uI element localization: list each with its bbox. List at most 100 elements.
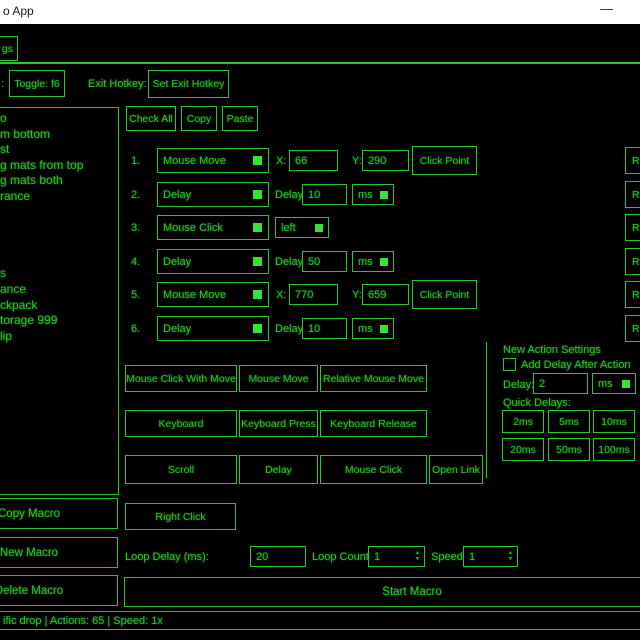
spin-down-icon[interactable]: ▼ bbox=[508, 557, 513, 562]
paste-label: Paste bbox=[227, 113, 254, 125]
remove-action-button[interactable]: R bbox=[625, 214, 640, 241]
quick-delays-label: Quick Delays: bbox=[503, 397, 571, 409]
macro-list-item[interactable]: ckpack bbox=[0, 298, 118, 314]
macro-list-item[interactable] bbox=[0, 220, 118, 236]
copy-macro-button[interactable]: Copy Macro bbox=[0, 498, 118, 529]
macro-list-item[interactable]: rance bbox=[0, 189, 118, 205]
quick-delay-5ms-button[interactable]: 5ms bbox=[548, 410, 590, 433]
new-action-delay-unit-dropdown[interactable]: ms bbox=[592, 373, 636, 394]
set-exit-hotkey-button[interactable]: Set Exit Hotkey bbox=[148, 70, 229, 98]
macro-list-item[interactable]: st bbox=[0, 142, 118, 158]
y-input[interactable]: 659 bbox=[362, 284, 409, 305]
add-mouse-click-with-move-button[interactable]: Mouse Click With Move bbox=[125, 365, 237, 392]
remove-action-button[interactable]: R bbox=[625, 181, 640, 208]
settings-button[interactable]: gs bbox=[0, 36, 18, 61]
macro-list-item[interactable]: g mats from top bbox=[0, 158, 118, 174]
macro-list[interactable]: o m bottom st g mats from top g mats bot… bbox=[0, 107, 119, 495]
delay-value: 10 bbox=[308, 189, 320, 201]
delay-unit-dropdown[interactable]: ms bbox=[352, 251, 394, 272]
dropdown-indicator-icon bbox=[380, 325, 388, 333]
macro-list-item[interactable]: o bbox=[0, 111, 118, 127]
paste-button[interactable]: Paste bbox=[222, 106, 258, 131]
new-action-delay-input[interactable]: 2 bbox=[533, 373, 588, 394]
new-macro-button[interactable]: New Macro bbox=[0, 537, 118, 568]
remove-action-button[interactable]: R bbox=[625, 281, 640, 308]
button-label: Mouse Move bbox=[248, 373, 308, 385]
start-macro-button[interactable]: Start Macro bbox=[124, 577, 640, 607]
button-label: 100ms bbox=[598, 444, 630, 456]
add-keyboard-press-button[interactable]: Keyboard Press bbox=[239, 410, 318, 437]
add-relative-mouse-move-button[interactable]: Relative Mouse Move bbox=[320, 365, 427, 392]
quick-delay-2ms-button[interactable]: 2ms bbox=[502, 410, 544, 433]
quick-delay-100ms-button[interactable]: 100ms bbox=[593, 438, 635, 461]
action-type-dropdown[interactable]: Delay bbox=[157, 182, 269, 207]
loop-count-stepper[interactable]: 1 ▲ ▼ bbox=[368, 546, 425, 567]
action-type-dropdown[interactable]: Delay bbox=[157, 249, 269, 274]
macro-list-item[interactable]: m bottom bbox=[0, 127, 118, 143]
loop-count-label: Loop Count: bbox=[312, 551, 372, 563]
x-input[interactable]: 770 bbox=[289, 284, 338, 305]
delay-input[interactable]: 10 bbox=[302, 184, 347, 205]
delay-input[interactable]: 10 bbox=[302, 318, 347, 339]
speed-stepper[interactable]: 1 ▲ ▼ bbox=[463, 546, 518, 567]
add-right-click-button[interactable]: Right Click bbox=[125, 503, 236, 530]
action-type-value: Delay bbox=[163, 256, 191, 268]
x-input[interactable]: 66 bbox=[289, 150, 338, 171]
add-delay-after-action-label: Add Delay After Action bbox=[521, 359, 630, 371]
macro-list-item[interactable]: s bbox=[0, 266, 118, 282]
macro-list-item[interactable]: g mats both bbox=[0, 173, 118, 189]
macro-list-item[interactable]: lip bbox=[0, 329, 118, 345]
macro-list-item[interactable]: torage 999 bbox=[0, 313, 118, 329]
add-mouse-move-button[interactable]: Mouse Move bbox=[239, 365, 318, 392]
delay-input[interactable]: 50 bbox=[302, 251, 347, 272]
button-label: New Macro bbox=[0, 547, 58, 559]
add-delay-button[interactable]: Delay bbox=[239, 455, 318, 484]
minimize-icon[interactable]: — bbox=[600, 1, 613, 16]
macro-list-item[interactable] bbox=[0, 251, 118, 267]
remove-action-label: R bbox=[632, 323, 640, 335]
new-action-delay-value: 2 bbox=[539, 378, 545, 390]
click-point-button[interactable]: Click Point bbox=[412, 146, 477, 175]
add-open-link-button[interactable]: Open Link bbox=[429, 455, 483, 484]
x-label: X: bbox=[276, 155, 286, 167]
spin-down-icon[interactable]: ▼ bbox=[415, 557, 420, 562]
y-label: Y: bbox=[352, 155, 362, 167]
remove-action-button[interactable]: R bbox=[625, 315, 640, 342]
action-type-dropdown[interactable]: Mouse Click bbox=[157, 215, 269, 240]
speed-value: 1 bbox=[469, 551, 475, 563]
quick-delay-50ms-button[interactable]: 50ms bbox=[548, 438, 590, 461]
action-type-dropdown[interactable]: Mouse Move bbox=[157, 282, 269, 307]
spinner-arrows[interactable]: ▲ ▼ bbox=[415, 548, 420, 565]
delete-macro-button[interactable]: Delete Macro bbox=[0, 575, 118, 606]
macro-list-item[interactable] bbox=[0, 204, 118, 220]
new-action-settings-border bbox=[486, 342, 487, 478]
delay-unit-dropdown[interactable]: ms bbox=[352, 318, 394, 339]
action-number: 6. bbox=[131, 323, 140, 335]
button-label: 2ms bbox=[513, 416, 533, 428]
add-scroll-button[interactable]: Scroll bbox=[125, 455, 237, 484]
add-mouse-click-button[interactable]: Mouse Click bbox=[320, 455, 427, 484]
add-keyboard-button[interactable]: Keyboard bbox=[125, 410, 237, 437]
macro-list-item[interactable]: ance bbox=[0, 282, 118, 298]
action-type-dropdown[interactable]: Mouse Move bbox=[157, 148, 269, 173]
remove-action-button[interactable]: R bbox=[625, 248, 640, 275]
remove-action-button[interactable]: R bbox=[625, 147, 640, 174]
check-all-button[interactable]: Check All bbox=[126, 106, 176, 131]
y-input[interactable]: 290 bbox=[362, 150, 409, 171]
delay-label: Delay bbox=[275, 189, 303, 201]
add-keyboard-release-button[interactable]: Keyboard Release bbox=[320, 410, 427, 437]
button-label: 50ms bbox=[556, 444, 582, 456]
quick-delay-20ms-button[interactable]: 20ms bbox=[502, 438, 544, 461]
copy-button[interactable]: Copy bbox=[181, 106, 217, 131]
click-point-label: Click Point bbox=[420, 289, 470, 301]
add-delay-after-action-checkbox[interactable] bbox=[503, 358, 516, 371]
quick-delay-10ms-button[interactable]: 10ms bbox=[593, 410, 635, 433]
spinner-arrows[interactable]: ▲ ▼ bbox=[508, 548, 513, 565]
macro-list-item[interactable] bbox=[0, 235, 118, 251]
click-point-button[interactable]: Click Point bbox=[412, 280, 477, 309]
action-type-dropdown[interactable]: Delay bbox=[157, 316, 269, 341]
toggle-hotkey-button[interactable]: Toggle: f6 bbox=[9, 70, 65, 97]
mouse-button-dropdown[interactable]: left bbox=[275, 217, 329, 238]
loop-delay-input[interactable]: 20 bbox=[250, 546, 306, 567]
delay-unit-dropdown[interactable]: ms bbox=[352, 184, 394, 205]
